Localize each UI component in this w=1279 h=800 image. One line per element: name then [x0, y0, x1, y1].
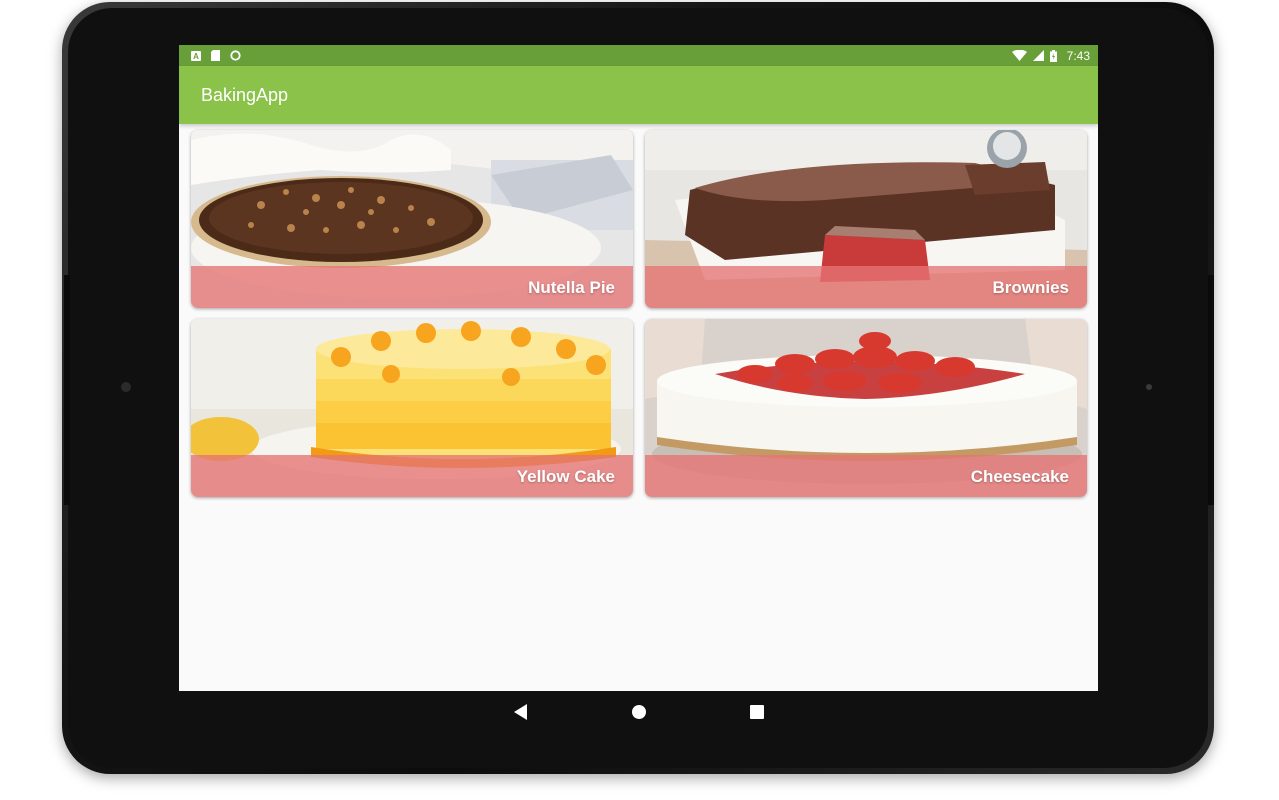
recipe-name: Nutella Pie [528, 278, 615, 297]
recipe-name: Brownies [992, 278, 1069, 297]
wifi-icon [1011, 50, 1027, 61]
recipe-card-brownies[interactable]: Brownies [645, 130, 1087, 308]
app-bar: BakingApp [179, 66, 1098, 124]
recents-icon[interactable] [745, 700, 769, 724]
sd-card-icon [211, 50, 220, 61]
light-sensor [1146, 384, 1152, 390]
power-key [1208, 275, 1214, 505]
recipe-name: Cheesecake [970, 467, 1069, 486]
clock: 7:43 [1066, 48, 1090, 63]
volume-key [64, 275, 70, 505]
sync-icon [230, 50, 241, 61]
status-bar: A 7:43 [179, 45, 1098, 66]
a-notification-icon: A [191, 50, 201, 61]
navigation-bar [179, 691, 1098, 733]
app-title: BakingApp [201, 84, 289, 105]
recipe-card-cheesecake[interactable]: Cheesecake [645, 319, 1087, 497]
svg-text:A: A [193, 52, 199, 61]
home-icon[interactable] [627, 700, 651, 724]
recipe-card-yellow-cake[interactable]: Yellow Cake [191, 319, 633, 497]
back-icon[interactable] [509, 700, 533, 724]
recipe-name: Yellow Cake [516, 467, 615, 486]
battery-icon [1049, 49, 1057, 62]
cell-signal-icon [1032, 50, 1044, 61]
recipe-card-nutella-pie[interactable]: Nutella Pie [191, 130, 633, 308]
recipe-grid: Nutella Pie Brownies Yellow Cake Cheesec… [191, 130, 1087, 497]
front-camera [121, 382, 131, 392]
screen: A 7:43 BakingApp Nutella Pie Brownies Ye… [179, 45, 1098, 691]
